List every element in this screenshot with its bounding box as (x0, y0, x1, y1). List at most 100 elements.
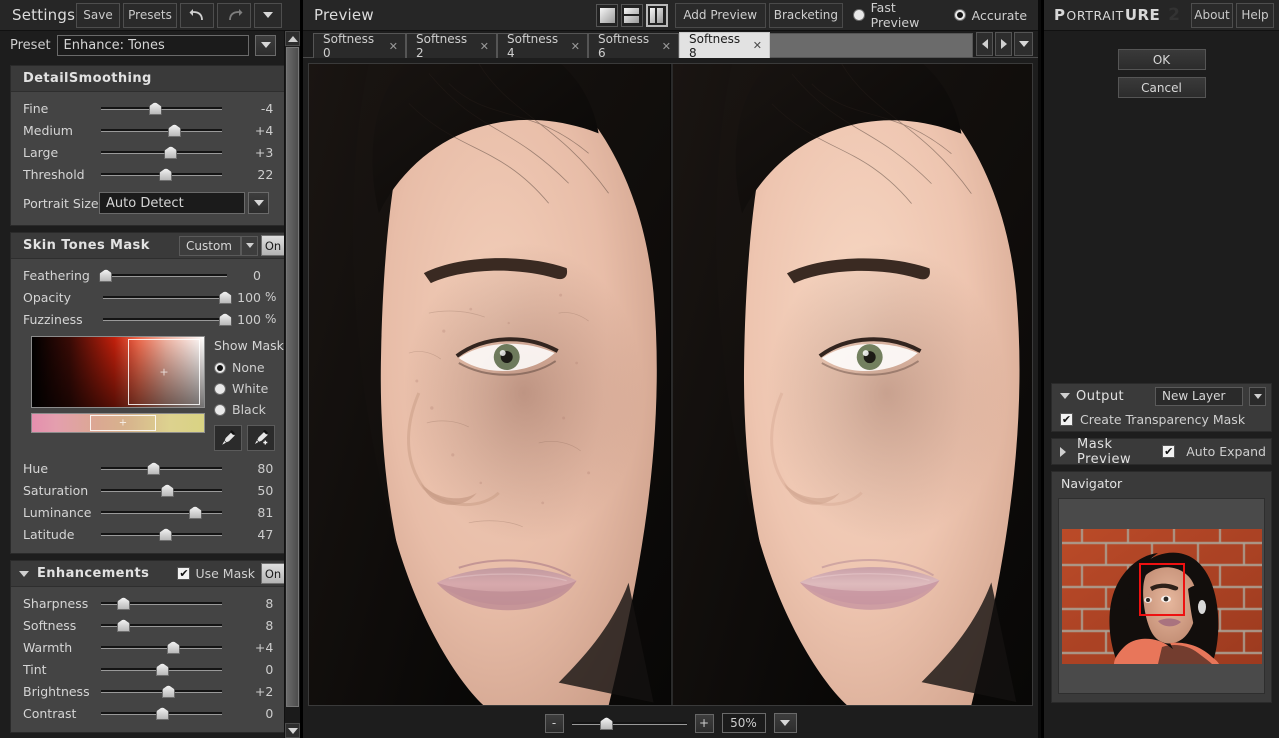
slider-handle[interactable] (160, 484, 174, 497)
presets-button[interactable]: Presets (123, 2, 177, 28)
slider-handle[interactable] (159, 168, 173, 181)
radio-icon[interactable] (853, 9, 865, 21)
navigator-thumbnail[interactable] (1061, 528, 1262, 664)
navigator-viewport-rect[interactable] (1138, 562, 1185, 616)
zoom-out-button[interactable]: - (544, 713, 564, 733)
slider-track[interactable] (101, 119, 223, 141)
cancel-button[interactable]: Cancel (1117, 77, 1206, 98)
zoom-slider-track[interactable] (571, 713, 687, 733)
preview-image-area[interactable] (308, 63, 1033, 706)
close-icon[interactable]: ✕ (753, 39, 762, 52)
help-button[interactable]: Help (1236, 2, 1274, 28)
settings-scrollbar[interactable] (284, 31, 300, 738)
create-transparency-mask-checkbox[interactable] (1060, 413, 1073, 426)
close-icon[interactable]: ✕ (571, 40, 580, 53)
radio-icon[interactable] (953, 9, 966, 21)
slider-track[interactable] (99, 264, 227, 286)
view-mode-vertical-button[interactable] (645, 3, 668, 27)
skin-tones-mode-dropdown-button[interactable] (241, 235, 258, 256)
skin-tone-hue-selection-rect[interactable] (90, 415, 156, 431)
expand-triangle-icon[interactable] (1060, 446, 1066, 457)
skin-tones-mode-select[interactable]: Custom (179, 235, 241, 256)
slider-handle[interactable] (155, 707, 169, 720)
slider-track[interactable] (101, 636, 223, 658)
settings-menu-button[interactable] (254, 2, 282, 28)
eyedropper-add-button[interactable] (247, 425, 275, 451)
enhancements-toggle[interactable]: On (261, 563, 285, 584)
radio-icon[interactable] (214, 403, 226, 416)
zoom-dropdown-button[interactable] (773, 713, 797, 733)
auto-expand-checkbox[interactable] (1162, 445, 1176, 458)
skin-tones-mask-toggle[interactable]: On (261, 235, 285, 256)
add-preview-button[interactable]: Add Preview (674, 2, 766, 28)
close-icon[interactable]: ✕ (662, 40, 671, 53)
scrollbar-thumb[interactable] (286, 47, 299, 707)
preset-dropdown-button[interactable] (255, 34, 276, 56)
skin-tone-selection-rect[interactable] (128, 339, 200, 405)
quality-option-accurate[interactable]: Accurate (953, 8, 1027, 23)
slider-track[interactable] (101, 592, 223, 614)
view-mode-single-button[interactable] (596, 3, 619, 27)
bracketing-button[interactable]: Bracketing (768, 2, 844, 28)
slider-track[interactable] (101, 163, 223, 185)
transparency-mask-row[interactable]: Create Transparency Mask (1052, 408, 1271, 431)
quality-option-fast[interactable]: Fast Preview (853, 0, 943, 30)
slider-track[interactable] (103, 286, 232, 308)
slider-track[interactable] (101, 523, 223, 545)
slider-handle[interactable] (148, 102, 162, 115)
slider-handle[interactable] (155, 663, 169, 676)
preview-before-image[interactable] (309, 64, 671, 705)
slider-handle[interactable] (167, 124, 181, 137)
zoom-slider-handle[interactable] (600, 717, 613, 730)
preview-after-image[interactable] (670, 64, 1032, 705)
portrait-size-dropdown-button[interactable] (248, 192, 269, 214)
slider-track[interactable] (103, 308, 232, 330)
slider-handle[interactable] (117, 619, 131, 632)
tab-softness-8[interactable]: Softness 8 ✕ (679, 32, 770, 60)
tab-softness-0[interactable]: Softness 0 ✕ (313, 32, 406, 60)
scroll-down-button[interactable] (285, 723, 300, 738)
slider-track[interactable] (101, 501, 223, 523)
radio-icon[interactable] (214, 382, 226, 395)
collapse-triangle-icon[interactable] (1060, 393, 1070, 399)
tab-softness-2[interactable]: Softness 2 ✕ (406, 32, 497, 60)
skin-tone-hue-strip[interactable] (31, 413, 205, 433)
skin-tone-color-field[interactable] (31, 336, 205, 408)
ok-button[interactable]: OK (1117, 49, 1206, 70)
tab-prev-button[interactable] (976, 32, 993, 56)
slider-handle[interactable] (188, 506, 202, 519)
output-mode-select[interactable]: New Layer (1155, 386, 1243, 406)
slider-handle[interactable] (161, 685, 175, 698)
slider-track[interactable] (101, 479, 223, 501)
radio-icon[interactable] (214, 361, 226, 374)
close-icon[interactable]: ✕ (480, 40, 489, 53)
collapse-triangle-icon[interactable] (19, 570, 29, 577)
slider-track[interactable] (101, 614, 223, 636)
zoom-level-value[interactable]: 50% (721, 713, 766, 733)
redo-button[interactable] (217, 2, 251, 28)
slider-track[interactable] (101, 457, 223, 479)
slider-track[interactable] (101, 658, 223, 680)
slider-handle[interactable] (159, 528, 173, 541)
show-mask-option-none[interactable]: None (214, 360, 288, 375)
eyedropper-button[interactable] (214, 425, 242, 451)
scroll-up-button[interactable] (285, 31, 300, 46)
tab-softness-6[interactable]: Softness 6 ✕ (588, 32, 679, 60)
portrait-size-select[interactable]: Auto Detect (99, 192, 245, 214)
about-button[interactable]: About (1191, 2, 1233, 28)
slider-handle[interactable] (117, 597, 131, 610)
navigator-thumbnail-frame[interactable] (1058, 498, 1265, 694)
view-mode-horizontal-button[interactable] (621, 3, 643, 27)
output-mode-dropdown-button[interactable] (1249, 386, 1266, 406)
slider-handle[interactable] (164, 146, 178, 159)
tab-softness-4[interactable]: Softness 4 ✕ (497, 32, 588, 60)
tab-next-button[interactable] (995, 32, 1012, 56)
slider-track[interactable] (101, 702, 223, 724)
slider-handle[interactable] (166, 641, 180, 654)
slider-track[interactable] (101, 97, 223, 119)
show-mask-option-black[interactable]: Black (214, 402, 288, 417)
close-icon[interactable]: ✕ (389, 40, 398, 53)
undo-button[interactable] (180, 2, 214, 28)
show-mask-option-white[interactable]: White (214, 381, 288, 396)
slider-track[interactable] (101, 141, 223, 163)
